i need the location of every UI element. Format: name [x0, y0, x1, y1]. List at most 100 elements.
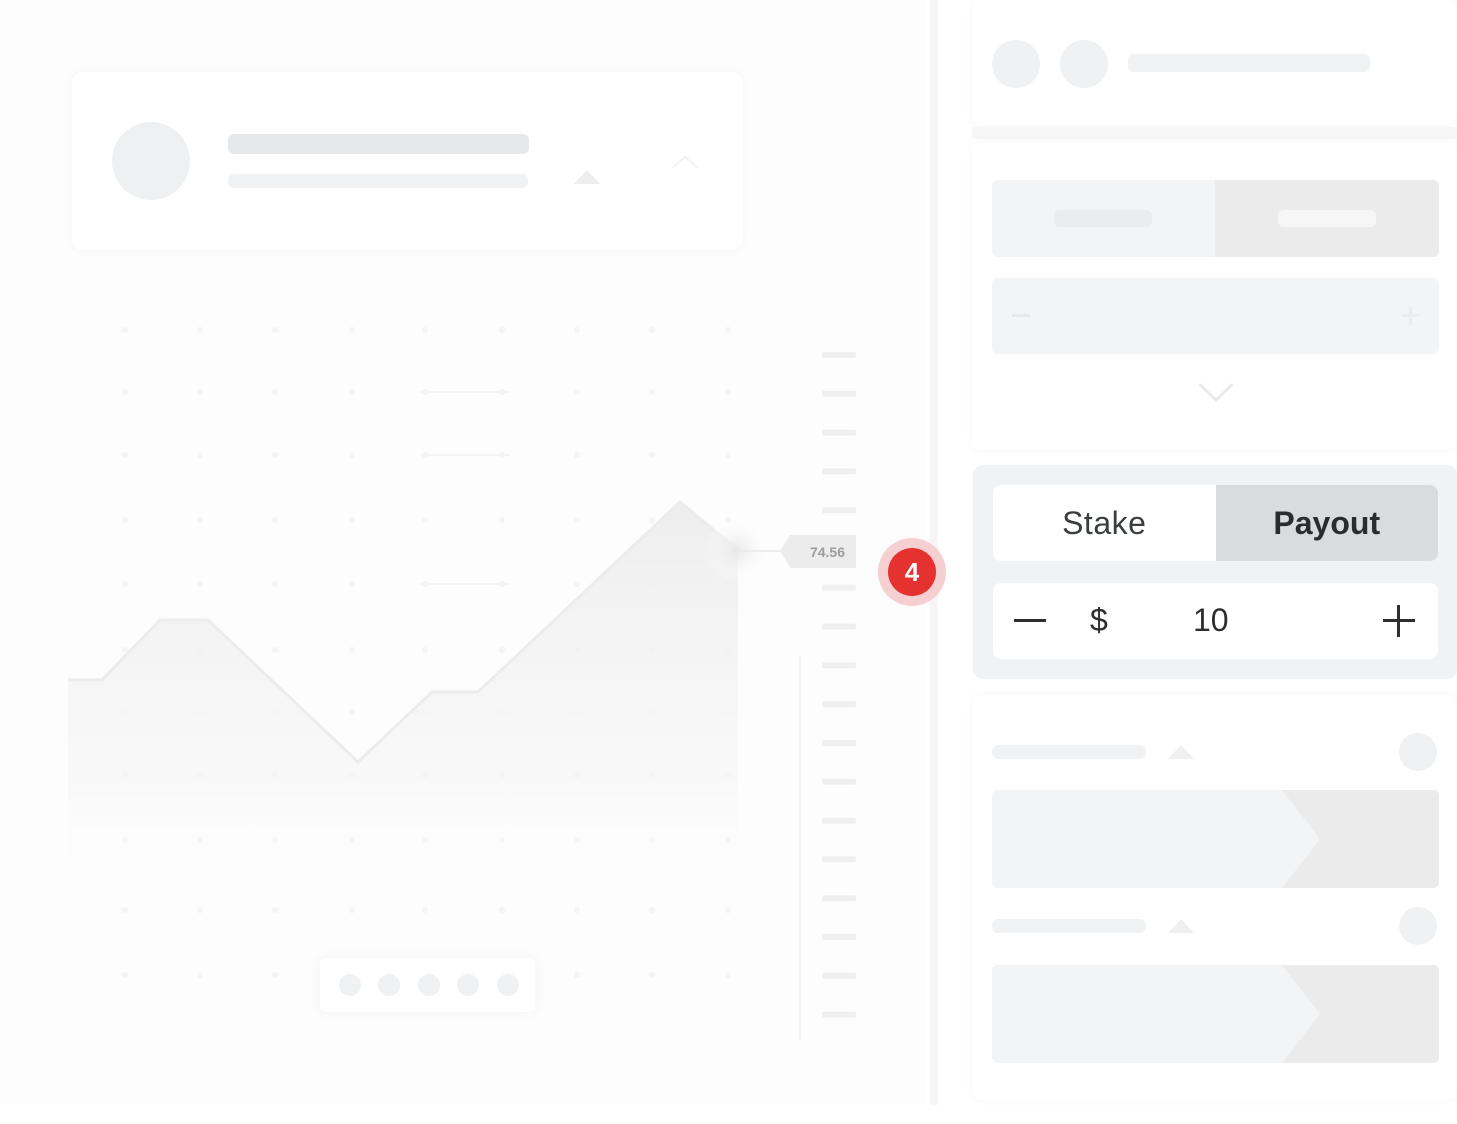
axis-tick: [822, 740, 856, 746]
grid-dot: [649, 452, 655, 458]
info-icon[interactable]: [1399, 907, 1437, 945]
grid-dot: [725, 452, 731, 458]
chart-pager: [320, 958, 535, 1012]
trend-up-icon: [574, 170, 600, 184]
grid-dot: [574, 581, 580, 587]
price-axis-ticks: [822, 352, 856, 1018]
asset-header-card: [72, 72, 742, 250]
trend-up-icon: [1168, 919, 1194, 933]
grid-dot: [122, 389, 128, 395]
header-divider: [972, 127, 1457, 139]
payout-option[interactable]: Payout: [1215, 485, 1438, 561]
pager-dot[interactable]: [339, 974, 361, 996]
axis-tick: [822, 429, 856, 436]
grid-dot: [197, 389, 203, 395]
current-price-label: 74.56: [780, 535, 856, 568]
price-area: [68, 502, 738, 910]
top-avatar-placeholder: [992, 40, 1040, 88]
amount-value[interactable]: 10: [1193, 602, 1229, 639]
axis-tick: [822, 623, 856, 630]
top-avatar-placeholder-2: [1060, 40, 1108, 88]
axis-tick: [822, 390, 856, 397]
minus-icon[interactable]: [1014, 619, 1046, 622]
grid-dot: [574, 517, 580, 523]
pager-dot[interactable]: [378, 974, 400, 996]
asset-subtitle-placeholder: [228, 174, 528, 188]
price-chart: [68, 327, 856, 1040]
step-number: 4: [888, 548, 936, 596]
axis-tick: [822, 778, 856, 785]
grid-dot: [272, 972, 278, 978]
grid-dot: [349, 452, 355, 458]
axis-tick: [822, 817, 856, 824]
grid-dot: [272, 517, 278, 523]
grid-dot: [574, 972, 580, 978]
grid-dot: [422, 327, 428, 333]
grid-dot: [197, 517, 203, 523]
sell-button-placeholder[interactable]: [992, 965, 1439, 1063]
grid-dot: [574, 389, 580, 395]
grid-dot: [197, 581, 203, 587]
info-icon[interactable]: [1399, 733, 1437, 771]
grid-dot: [122, 452, 128, 458]
grid-dot: [725, 972, 731, 978]
grid-dot: [122, 972, 128, 978]
axis-tick: [822, 352, 856, 358]
plus-icon[interactable]: [1383, 605, 1415, 637]
pager-dot[interactable]: [497, 974, 519, 996]
grid-dot: [197, 327, 203, 333]
grid-dot: [574, 327, 580, 333]
grid-dot: [499, 647, 505, 653]
faded-toggle: [992, 180, 1439, 257]
axis-tick: [822, 468, 856, 475]
grid-dot: [272, 452, 278, 458]
grid-dot: [499, 517, 505, 523]
axis-tick: [822, 507, 856, 514]
grid-dot: [725, 327, 731, 333]
option-label-placeholder: [992, 745, 1146, 759]
grid-dot: [349, 647, 355, 653]
current-price-value: 74.56: [809, 543, 845, 560]
axis-tick: [822, 895, 856, 902]
grid-dot: [272, 581, 278, 587]
grid-dot: [725, 389, 731, 395]
grid-dot: [197, 452, 203, 458]
grid-dot: [499, 327, 505, 333]
grid-dot: [649, 517, 655, 523]
grid-dot: [422, 647, 428, 653]
grid-dot: [349, 581, 355, 587]
top-title-placeholder: [1128, 54, 1370, 72]
top-bar-card: [972, 0, 1457, 125]
currency-symbol: $: [1090, 602, 1108, 638]
pager-dot[interactable]: [418, 974, 440, 996]
faded-options-card: [972, 695, 1457, 1100]
grid-dot: [649, 389, 655, 395]
stake-option[interactable]: Stake: [993, 485, 1216, 561]
trend-up-icon: [1168, 745, 1194, 759]
grid-dot: [122, 327, 128, 333]
asset-avatar-placeholder: [112, 122, 190, 200]
grid-dot: [122, 581, 128, 587]
grid-dot: [574, 452, 580, 458]
axis-tick: [822, 1011, 856, 1018]
step-badge: 4: [878, 538, 946, 606]
buy-button-placeholder[interactable]: [992, 790, 1439, 888]
axis-tick: [822, 662, 856, 669]
chevron-down-icon[interactable]: [1196, 380, 1236, 404]
chevron-up-icon: [671, 155, 699, 169]
grid-dot: [272, 647, 278, 653]
grid-dot: [649, 327, 655, 333]
grid-dot: [349, 327, 355, 333]
stake-payout-toggle[interactable]: Stake Payout: [993, 485, 1438, 561]
asset-title-placeholder: [228, 134, 529, 154]
pager-dot[interactable]: [457, 974, 479, 996]
grid-dot: [349, 389, 355, 395]
grid-dot: [197, 972, 203, 978]
axis-tick: [822, 934, 856, 940]
grid-dot: [272, 389, 278, 395]
grid-dot: [272, 327, 278, 333]
axis-tick: [822, 584, 856, 591]
grid-dot: [122, 517, 128, 523]
axis-tick: [822, 856, 856, 863]
faded-stepper: [992, 278, 1439, 354]
